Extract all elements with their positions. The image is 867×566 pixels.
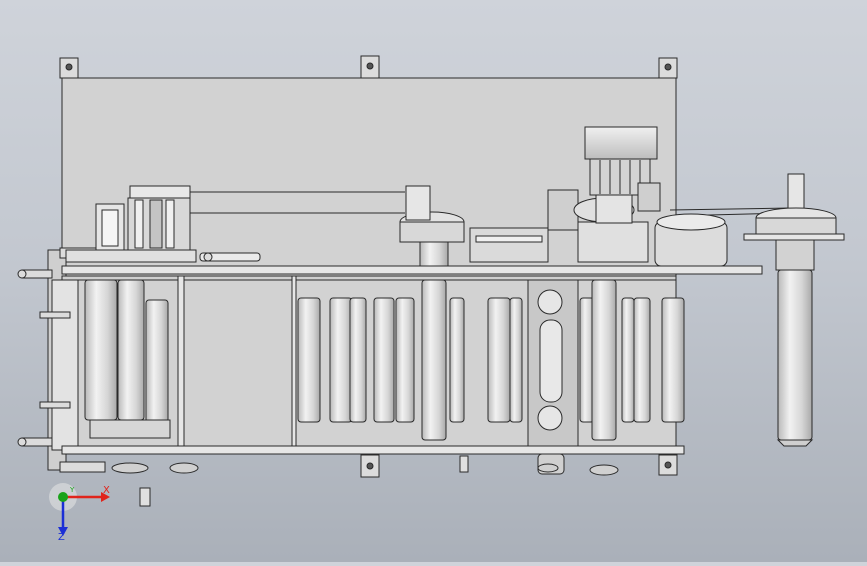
axis-x-label: X: [103, 485, 110, 496]
center-block: [527, 279, 579, 475]
cad-viewport[interactable]: X Z Y: [0, 0, 867, 562]
axis-triad: [49, 483, 110, 536]
drive-motor: [584, 126, 661, 224]
axis-z-label: Z: [58, 532, 65, 543]
machine-drawing: [17, 55, 845, 536]
upper-rail: [61, 265, 763, 275]
right-roller-bank: [579, 279, 685, 441]
axis-y-label: Y: [70, 486, 75, 494]
lower-rail: [61, 445, 685, 455]
right-cantilever-unit: [743, 173, 845, 447]
